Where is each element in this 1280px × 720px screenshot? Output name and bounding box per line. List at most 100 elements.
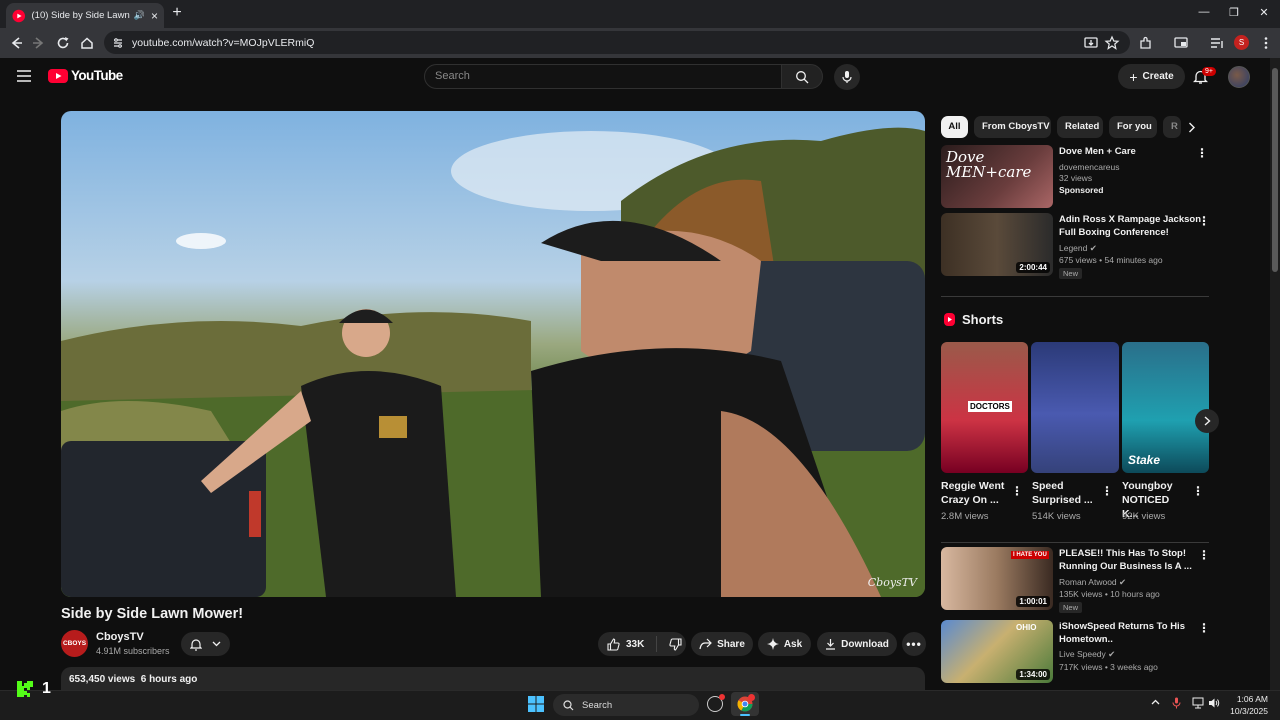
video-thumbnail[interactable]: I HATE YOU 1:00:01 <box>941 547 1053 610</box>
video-thumbnail[interactable]: Dove MEN+care <box>941 145 1053 208</box>
reading-list-icon[interactable] <box>1209 35 1225 51</box>
bookmark-star-icon[interactable] <box>1104 35 1120 51</box>
more-vertical-icon[interactable]: ⋮ <box>1196 146 1208 160</box>
short-thumbnail[interactable] <box>1031 342 1119 473</box>
more-actions-button[interactable]: ••• <box>902 632 926 656</box>
windows-start-icon[interactable] <box>528 696 544 712</box>
recommended-title-line2[interactable]: Hometown.. <box>1059 633 1113 646</box>
active-app-indicator <box>740 714 750 716</box>
microphone-icon[interactable] <box>1172 697 1181 709</box>
more-vertical-icon[interactable]: ⋮ <box>1192 484 1204 498</box>
home-icon[interactable] <box>79 35 95 51</box>
browser-tab[interactable]: (10) Side by Side Lawn Mow 🔊 × <box>6 3 164 28</box>
more-vertical-icon[interactable]: ⋮ <box>1198 214 1210 228</box>
notification-bell-button[interactable] <box>181 632 230 656</box>
shorts-next-button[interactable] <box>1195 409 1219 433</box>
chip-all[interactable]: All <box>941 116 968 138</box>
more-vertical-icon[interactable]: ⋮ <box>1101 484 1113 498</box>
share-label: Share <box>717 638 745 650</box>
reload-icon[interactable] <box>55 35 71 51</box>
like-dislike-group: 33K <box>598 632 686 656</box>
more-vertical-icon[interactable]: ⋮ <box>1198 548 1210 562</box>
share-button[interactable]: Share <box>691 632 753 656</box>
create-button[interactable]: + Create <box>1118 64 1185 89</box>
taskbar-clock[interactable]: 1:06 AM 10/3/2025 <box>1228 693 1268 717</box>
more-vertical-icon[interactable]: ⋮ <box>1011 484 1023 498</box>
window-close-icon[interactable]: ✕ <box>1257 6 1271 19</box>
short-overlay-text: Stake <box>1128 453 1161 467</box>
short-thumbnail[interactable]: DOCTORS <box>941 342 1028 473</box>
url-text: youtube.com/watch?v=MOJpVLERmiQ <box>132 36 315 49</box>
tab-close-icon[interactable]: × <box>151 9 158 23</box>
video-player[interactable]: CboysTV <box>61 111 925 597</box>
site-info-icon[interactable] <box>112 37 124 49</box>
browser-toolbar: youtube.com/watch?v=MOJpVLERmiQ <box>0 28 1280 58</box>
recommended-title-line1[interactable]: iShowSpeed Returns To His <box>1059 620 1185 633</box>
tab-audio-icon[interactable]: 🔊 <box>134 10 145 21</box>
hamburger-menu-icon[interactable] <box>17 70 31 82</box>
chrome-menu-icon[interactable] <box>1258 35 1274 51</box>
notification-dot <box>719 694 725 700</box>
restore-icon[interactable]: ❐ <box>1227 6 1241 19</box>
recommended-channel[interactable]: Live Speedy ✔ <box>1059 648 1115 661</box>
scrollbar-thumb[interactable] <box>1272 68 1278 272</box>
kick-logo-icon <box>16 680 34 698</box>
thumbnail-text: OHIO <box>1016 623 1037 632</box>
description-box[interactable]: 653,450 views 6 hours ago <box>61 667 925 690</box>
network-icon[interactable] <box>1192 697 1204 709</box>
chip-related[interactable]: Related <box>1057 116 1103 138</box>
chip-from-channel[interactable]: From CboysTV <box>974 116 1051 138</box>
thumbs-up-icon <box>607 637 620 651</box>
chevron-right-icon[interactable] <box>1188 122 1196 133</box>
recommended-title-line2[interactable]: Running Our Business Is A ... <box>1059 560 1192 573</box>
video-thumbnail[interactable]: OHIO 1:34:00 <box>941 620 1053 683</box>
address-bar[interactable]: youtube.com/watch?v=MOJpVLERmiQ <box>104 31 1130 54</box>
profile-avatar[interactable]: S <box>1234 35 1249 50</box>
video-frame-illustration <box>61 127 925 597</box>
chip-partial[interactable]: R <box>1163 116 1181 138</box>
search-button[interactable] <box>781 64 823 89</box>
voice-search-button[interactable] <box>834 64 860 90</box>
install-app-icon[interactable] <box>1083 35 1099 51</box>
search-icon <box>563 699 574 710</box>
chip-for-you[interactable]: For you <box>1109 116 1157 138</box>
recommended-title-line1[interactable]: PLEASE!! This Has To Stop! <box>1059 547 1186 560</box>
subscriber-count: 4.91M subscribers <box>96 646 170 656</box>
taskbar-search[interactable]: Search <box>553 694 699 716</box>
recommended-title-line2[interactable]: Full Boxing Conference! <box>1059 226 1169 239</box>
forward-icon[interactable] <box>31 35 47 51</box>
extensions-icon[interactable] <box>1138 35 1154 51</box>
shorts-heading: Shorts <box>962 312 1004 327</box>
ask-button[interactable]: Ask <box>758 632 811 656</box>
like-button[interactable]: 33K <box>607 636 657 652</box>
youtube-logo[interactable]: YouTube <box>48 68 123 83</box>
download-button[interactable]: Download <box>817 632 897 656</box>
more-vertical-icon[interactable]: ⋮ <box>1198 621 1210 635</box>
video-thumbnail[interactable]: 2:00:44 <box>941 213 1053 276</box>
channel-name[interactable]: CboysTV <box>96 631 144 643</box>
chrome-badge <box>748 694 755 701</box>
volume-icon[interactable] <box>1208 697 1220 709</box>
back-icon[interactable] <box>8 35 24 51</box>
short-title[interactable]: Reggie Went Crazy On ... <box>941 479 1009 507</box>
channel-name: Legend <box>1059 243 1088 253</box>
clock-date: 10/3/2025 <box>1230 706 1268 716</box>
browser-tab-strip <box>0 0 1280 28</box>
recommended-title-line1[interactable]: Adin Ross X Rampage Jackson <box>1059 213 1201 226</box>
dislike-button[interactable] <box>669 637 682 651</box>
new-tab-button[interactable]: + <box>170 5 184 21</box>
short-views: 92K views <box>1122 511 1166 522</box>
recommended-title[interactable]: Dove Men + Care <box>1059 145 1136 158</box>
minimize-icon[interactable]: — <box>1197 6 1211 18</box>
search-input[interactable]: Search <box>424 64 782 89</box>
section-divider <box>941 542 1209 543</box>
cast-icon[interactable] <box>1173 35 1189 51</box>
chevron-up-icon[interactable] <box>1151 699 1160 705</box>
duration-badge: 2:00:44 <box>1016 262 1050 273</box>
channel-avatar[interactable]: CBOYS <box>61 630 88 657</box>
short-title[interactable]: Speed Surprised ... <box>1032 479 1098 507</box>
more-horizontal-icon: ••• <box>906 637 922 651</box>
plus-icon: + <box>1129 68 1138 85</box>
account-avatar[interactable] <box>1228 66 1250 88</box>
short-thumbnail[interactable]: Stake <box>1122 342 1209 473</box>
